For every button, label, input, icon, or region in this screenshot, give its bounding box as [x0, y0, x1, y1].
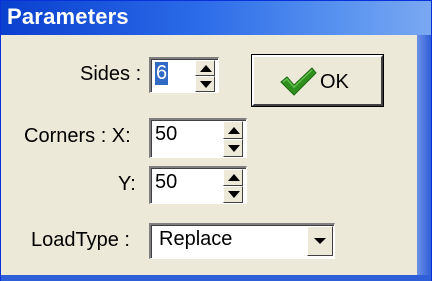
corners-y-decrement-button[interactable]	[223, 186, 243, 203]
window-frame-bottom	[1, 275, 431, 281]
arrow-down-icon	[228, 191, 240, 198]
sides-label: Sides :	[80, 63, 142, 85]
window-frame-right	[417, 35, 431, 281]
corners-y-increment-button[interactable]	[223, 169, 243, 186]
arrow-up-icon	[200, 65, 212, 72]
arrow-up-icon	[228, 127, 240, 134]
loadtype-dropdown-button[interactable]	[307, 226, 333, 256]
corners-y-label: Y:	[118, 173, 136, 195]
sides-value[interactable]: 6	[155, 62, 169, 85]
chevron-down-icon	[314, 238, 326, 244]
corners-x-increment-button[interactable]	[223, 121, 243, 139]
sides-stepper[interactable]: 6	[149, 57, 219, 93]
corners-y-spinner	[223, 169, 245, 203]
corners-y-value[interactable]: 50	[155, 171, 177, 194]
arrow-up-icon	[228, 174, 240, 181]
arrow-down-icon	[200, 81, 212, 88]
arrow-down-icon	[228, 145, 240, 152]
loadtype-value: Replace	[159, 228, 233, 250]
corners-x-stepper[interactable]: 50	[149, 118, 247, 158]
corners-x-spinner	[223, 121, 245, 157]
corners-x-decrement-button[interactable]	[223, 139, 243, 157]
loadtype-label: LoadType :	[31, 229, 130, 251]
ok-button-label: OK	[320, 71, 349, 93]
sides-spinner	[195, 60, 217, 92]
sides-decrement-button[interactable]	[195, 76, 215, 92]
corners-x-label: Corners : X:	[24, 125, 131, 147]
window-title: Parameters	[7, 4, 129, 29]
loadtype-select[interactable]: Replace	[149, 223, 335, 259]
ok-button[interactable]: OK	[251, 54, 384, 107]
sides-increment-button[interactable]	[195, 60, 215, 76]
parameters-dialog: Parameters Sides : 6 OK Corners : X: 50	[0, 0, 432, 281]
corners-x-value[interactable]: 50	[155, 123, 177, 146]
corners-y-stepper[interactable]: 50	[149, 166, 247, 204]
title-bar[interactable]: Parameters	[1, 1, 431, 35]
checkmark-icon	[280, 67, 317, 96]
